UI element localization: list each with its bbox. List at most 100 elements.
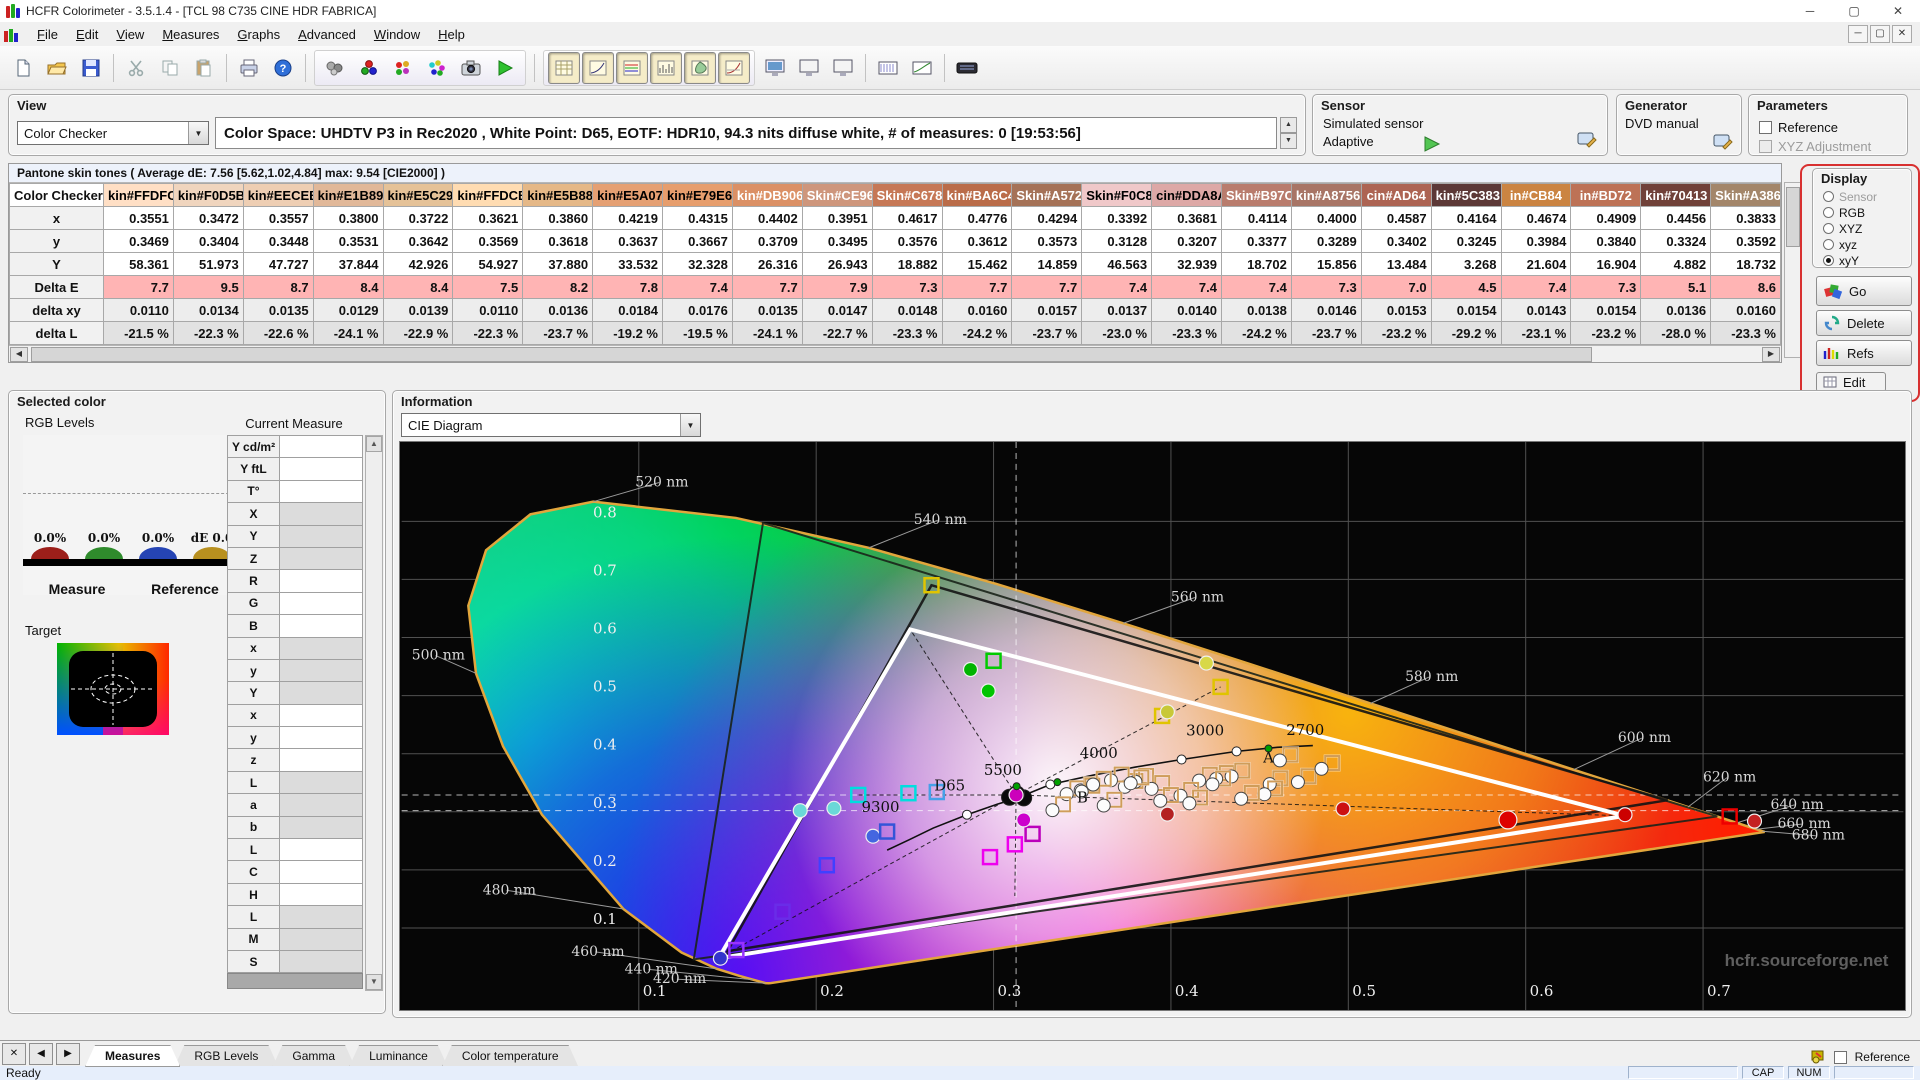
information-view-dropdown[interactable]: CIE Diagram ▼ xyxy=(401,413,701,437)
close-view-button[interactable]: ✕ xyxy=(2,1043,26,1065)
tab-luminance[interactable]: Luminance xyxy=(349,1045,448,1067)
view-rgb-levels-chart-button[interactable] xyxy=(616,52,648,84)
mdi-close-button[interactable]: ✕ xyxy=(1892,25,1912,43)
refs-button[interactable]: Refs xyxy=(1816,340,1912,366)
measure-row-value xyxy=(280,704,363,726)
save-file-button[interactable] xyxy=(75,52,107,84)
column-header: Skin#C67856 xyxy=(872,184,942,207)
view-gamma-chart-button[interactable] xyxy=(582,52,614,84)
scrollbar-thumb[interactable] xyxy=(1786,187,1800,247)
tab-measures[interactable]: Measures xyxy=(85,1045,180,1067)
tab-scroll-right-button[interactable]: ▶ xyxy=(56,1043,80,1065)
go-button[interactable]: Go xyxy=(1816,276,1912,306)
view-monitor-color-button[interactable] xyxy=(759,52,791,84)
view-measures-grid-button[interactable] xyxy=(548,52,580,84)
scroll-up-icon[interactable]: ▲ xyxy=(366,436,382,452)
menu-help[interactable]: Help xyxy=(429,24,474,45)
scrollbar-thumb[interactable] xyxy=(31,347,1592,362)
svg-text:620 nm: 620 nm xyxy=(1703,770,1756,786)
current-measure-scrollbar[interactable]: ▲ ▼ xyxy=(365,435,383,991)
close-button[interactable]: ✕ xyxy=(1876,0,1920,22)
minimize-button[interactable]: ─ xyxy=(1788,0,1832,22)
menu-items: FileEditViewMeasuresGraphsAdvancedWindow… xyxy=(28,24,474,45)
table-cell: 47.727 xyxy=(243,253,313,276)
view-histogram-chart-button[interactable] xyxy=(650,52,682,84)
measure-row-value xyxy=(280,928,363,950)
mdi-restore-button[interactable]: ▢ xyxy=(1870,25,1890,43)
table-cell: -28.0 % xyxy=(1641,322,1711,345)
measure-row-value xyxy=(280,749,363,771)
display-option-xyz[interactable]: xyz xyxy=(1823,237,1911,252)
contrast-chart-button[interactable] xyxy=(906,52,938,84)
information-title: Information xyxy=(393,391,1911,412)
table-cell: -23.7 % xyxy=(523,322,593,345)
measure-row-label: B xyxy=(228,615,280,637)
tab-scroll-left-button[interactable]: ◀ xyxy=(29,1043,53,1065)
menu-graphs[interactable]: Graphs xyxy=(228,24,289,45)
print-button[interactable] xyxy=(233,52,265,84)
measure-row-label: S xyxy=(228,950,280,972)
radio-icon xyxy=(1823,191,1834,202)
menu-advanced[interactable]: Advanced xyxy=(289,24,365,45)
reference-checkbox[interactable]: Reference xyxy=(1759,120,1907,135)
cut-button[interactable] xyxy=(120,52,152,84)
table-horizontal-scrollbar[interactable]: ◀ ▶ xyxy=(9,345,1781,362)
svg-text:9300: 9300 xyxy=(862,798,900,816)
view-monitor-2-button[interactable] xyxy=(793,52,825,84)
gradient-scale-button[interactable] xyxy=(872,52,904,84)
generator-config-icon[interactable] xyxy=(1713,133,1735,151)
menu-file[interactable]: File xyxy=(28,24,67,45)
scroll-down-icon[interactable]: ▼ xyxy=(366,974,382,990)
view-mode-dropdown[interactable]: Color Checker ▼ xyxy=(17,121,209,145)
measure-secondaries-button[interactable] xyxy=(421,52,453,84)
menu-measures[interactable]: Measures xyxy=(153,24,228,45)
measure-row-label: Y cd/m² xyxy=(228,436,280,458)
open-file-button[interactable] xyxy=(41,52,73,84)
sensor-settings-button[interactable] xyxy=(319,52,351,84)
pattern-generator-button[interactable] xyxy=(951,52,983,84)
display-option-xyy[interactable]: xyY xyxy=(1823,253,1911,268)
new-file-button[interactable] xyxy=(7,52,39,84)
sensor-run-icon[interactable] xyxy=(1423,135,1445,153)
tab-rgb-levels[interactable]: RGB Levels xyxy=(174,1045,278,1067)
view-monitor-3-button[interactable] xyxy=(827,52,859,84)
measure-grayscale-button[interactable] xyxy=(353,52,385,84)
table-cell: 0.0139 xyxy=(383,299,453,322)
menu-window[interactable]: Window xyxy=(365,24,429,45)
scroll-right-icon[interactable]: ▶ xyxy=(1762,347,1780,362)
status-cell-empty xyxy=(1628,1066,1738,1079)
reference-toggle-checkbox[interactable] xyxy=(1834,1051,1847,1064)
display-option-sensor[interactable]: Sensor xyxy=(1823,189,1911,204)
view-cie-diagram-button[interactable] xyxy=(684,52,716,84)
chevron-down-icon: ▼ xyxy=(188,122,208,144)
display-option-rgb[interactable]: RGB xyxy=(1823,205,1911,220)
table-cell: -24.1 % xyxy=(313,322,383,345)
delete-button[interactable]: Delete xyxy=(1816,310,1912,336)
svg-text:600 nm: 600 nm xyxy=(1618,730,1671,746)
tab-color-temperature[interactable]: Color temperature xyxy=(442,1045,579,1067)
table-title: Pantone skin tones ( Average dE: 7.56 [5… xyxy=(9,164,1781,183)
menu-edit[interactable]: Edit xyxy=(67,24,107,45)
xyz-adjustment-checkbox[interactable]: XYZ Adjustment xyxy=(1759,139,1907,154)
tab-gamma[interactable]: Gamma xyxy=(272,1045,355,1067)
column-header: in#BD72 xyxy=(1571,184,1641,207)
display-option-xyz[interactable]: XYZ xyxy=(1823,221,1911,236)
maximize-button[interactable]: ▢ xyxy=(1832,0,1876,22)
spin-up-icon[interactable]: ▲ xyxy=(1280,117,1297,133)
snapshot-button[interactable] xyxy=(455,52,487,84)
menu-view[interactable]: View xyxy=(107,24,153,45)
spin-down-icon[interactable]: ▼ xyxy=(1280,133,1297,149)
measure-primaries-button[interactable] xyxy=(387,52,419,84)
paste-button[interactable] xyxy=(188,52,220,84)
scroll-left-icon[interactable]: ◀ xyxy=(10,347,28,362)
help-button[interactable]: ? xyxy=(267,52,299,84)
table-cell: -22.6 % xyxy=(243,322,313,345)
run-measures-button[interactable] xyxy=(489,52,521,84)
svg-text:640 nm: 640 nm xyxy=(1770,797,1823,813)
copy-button[interactable] xyxy=(154,52,186,84)
sensor-config-icon[interactable] xyxy=(1577,131,1599,149)
mdi-minimize-button[interactable]: ─ xyxy=(1848,25,1868,43)
info-spinner[interactable]: ▲▼ xyxy=(1280,117,1297,149)
edit-button[interactable]: Edit xyxy=(1816,372,1886,392)
view-luminance-chart-button[interactable] xyxy=(718,52,750,84)
